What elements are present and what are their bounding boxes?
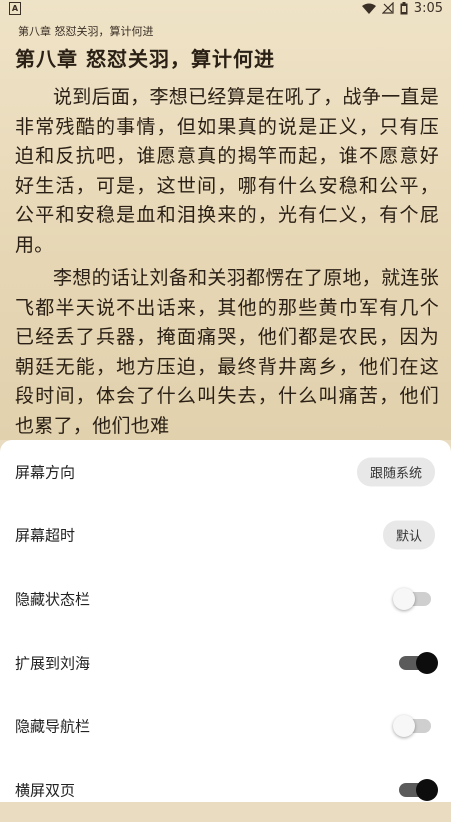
reader-page[interactable]: A 3:05 第八章 怒怼关羽，算计何进 第八章 怒怼关羽，算计何进 说到后面，… bbox=[0, 0, 451, 440]
wifi-icon bbox=[361, 3, 376, 14]
setting-extend-to-notch[interactable]: 扩展到刘海 bbox=[0, 631, 451, 695]
app-notification-icon: A bbox=[9, 2, 21, 15]
hide-navigation-bar-toggle[interactable] bbox=[393, 715, 431, 737]
toggle-knob bbox=[416, 652, 438, 674]
setting-landscape-double-page[interactable]: 横屏双页 bbox=[0, 758, 451, 822]
paragraph: 说到后面，李想已经算是在吼了，战争一直是非常残酷的事情，但如果真的说是正义，只有… bbox=[15, 86, 440, 256]
setting-hide-status-bar[interactable]: 隐藏状态栏 bbox=[0, 567, 451, 631]
no-signal-icon bbox=[381, 2, 394, 14]
setting-label: 横屏双页 bbox=[15, 781, 76, 800]
setting-label: 屏幕超时 bbox=[15, 526, 76, 545]
landscape-double-page-toggle[interactable] bbox=[399, 779, 438, 801]
screen-timeout-button[interactable]: 默认 bbox=[382, 520, 435, 550]
setting-label: 隐藏导航栏 bbox=[15, 717, 91, 736]
hide-status-bar-toggle[interactable] bbox=[393, 588, 431, 610]
page-header: 第八章 怒怼关羽，算计何进 bbox=[18, 25, 154, 38]
screen-orientation-button[interactable]: 跟随系统 bbox=[356, 457, 435, 487]
setting-screen-orientation[interactable]: 屏幕方向 跟随系统 bbox=[0, 440, 451, 504]
chapter-content: 说到后面，李想已经算是在吼了，战争一直是非常残酷的事情，但如果真的说是正义，只有… bbox=[15, 83, 439, 445]
extend-to-notch-toggle[interactable] bbox=[399, 652, 438, 674]
clock: 3:05 bbox=[413, 0, 443, 16]
chapter-title: 第八章 怒怼关羽，算计何进 bbox=[15, 47, 275, 71]
setting-screen-timeout[interactable]: 屏幕超时 默认 bbox=[0, 503, 451, 567]
setting-hide-navigation-bar[interactable]: 隐藏导航栏 bbox=[0, 694, 451, 758]
paragraph: 李想的话让刘备和关羽都愣在了原地，就连张飞都半天说不出话来，其他的那些黄巾军有几… bbox=[15, 267, 440, 437]
setting-label: 屏幕方向 bbox=[15, 463, 76, 482]
setting-label: 扩展到刘海 bbox=[15, 654, 91, 673]
status-icons: 3:05 bbox=[361, 0, 443, 16]
status-bar: A 3:05 bbox=[0, 0, 451, 16]
toggle-knob bbox=[393, 715, 415, 737]
battery-icon bbox=[400, 1, 408, 14]
setting-label: 隐藏状态栏 bbox=[15, 590, 91, 609]
settings-sheet: 屏幕方向 跟随系统 屏幕超时 默认 隐藏状态栏 扩展到刘海 隐藏导航栏 横屏双页 bbox=[0, 440, 451, 802]
toggle-knob bbox=[393, 588, 415, 610]
toggle-knob bbox=[416, 779, 438, 801]
